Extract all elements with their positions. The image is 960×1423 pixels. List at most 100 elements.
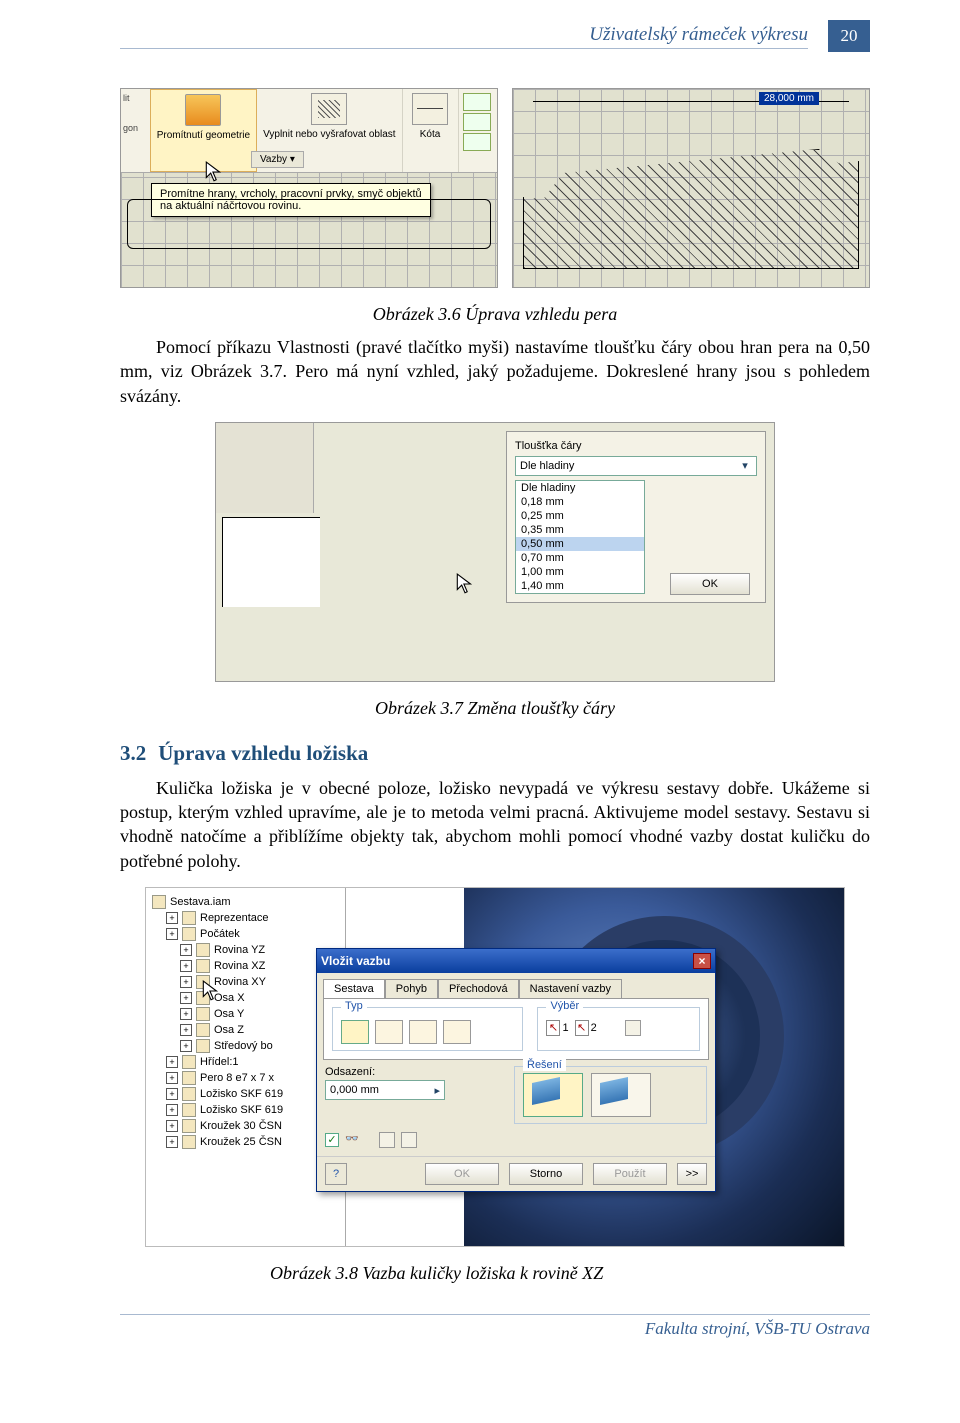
expand-icon[interactable]: +: [166, 1072, 178, 1084]
dimension-button[interactable]: Kóta: [403, 89, 459, 172]
tree-item[interactable]: +Kroužek 25 ČSN: [152, 1134, 339, 1150]
tree-item[interactable]: +Pero 8 e7 x 7 x: [152, 1070, 339, 1086]
tree-item[interactable]: +Osa Y: [152, 1006, 339, 1022]
polygon-button-fragment[interactable]: gon: [123, 123, 148, 133]
expand-button[interactable]: >>: [677, 1163, 707, 1185]
hatch-icon: [311, 93, 347, 125]
tree-item[interactable]: +Osa Z: [152, 1022, 339, 1038]
offset-label: Odsazení:: [325, 1066, 500, 1078]
cursor-icon: [456, 573, 474, 598]
node-icon: [182, 1087, 196, 1101]
chevron-right-icon[interactable]: ▸: [434, 1084, 440, 1097]
constraint-type-angle[interactable]: [375, 1020, 403, 1044]
tree-item[interactable]: +Hřídel:1: [152, 1054, 339, 1070]
paragraph-1: Pomocí příkazu Vlastnosti (pravé tlačítk…: [120, 335, 870, 408]
tree-item[interactable]: +Osa X: [152, 990, 339, 1006]
paragraph-2: Kulička ložiska je v obecné poloze, loži…: [120, 776, 870, 873]
node-icon: [182, 927, 196, 941]
thickness-option[interactable]: 0,35 mm: [516, 523, 644, 537]
option-toggle-1[interactable]: [379, 1132, 395, 1148]
expand-icon[interactable]: +: [166, 1120, 178, 1132]
constraints-dropdown[interactable]: Vazby ▾: [251, 151, 304, 168]
dialog-tab[interactable]: Sestava: [323, 979, 385, 998]
node-icon: [182, 1119, 196, 1133]
split-button-fragment[interactable]: lit: [123, 93, 148, 103]
doc-header-title: Uživatelský rámeček výkresu: [120, 24, 808, 49]
expand-icon[interactable]: +: [180, 944, 192, 956]
dialog-tab[interactable]: Pohyb: [385, 979, 438, 998]
tree-item[interactable]: +Ložisko SKF 619: [152, 1086, 339, 1102]
cancel-button[interactable]: Storno: [509, 1163, 583, 1185]
tree-item[interactable]: +Rovina XY: [152, 974, 339, 990]
node-icon: [182, 1103, 196, 1117]
solution-mate[interactable]: [523, 1073, 583, 1117]
thickness-option[interactable]: 1,00 mm: [516, 565, 644, 579]
thickness-combobox[interactable]: Dle hladiny ▾: [515, 456, 757, 476]
expand-icon[interactable]: +: [166, 1056, 178, 1068]
expand-icon[interactable]: +: [166, 928, 178, 940]
offset-input[interactable]: 0,000 mm▸: [325, 1080, 445, 1100]
node-icon: [196, 943, 210, 957]
chevron-down-icon: ▾: [738, 459, 752, 472]
tree-item[interactable]: +Počátek: [152, 926, 339, 942]
expand-icon[interactable]: +: [180, 992, 192, 1004]
thickness-option[interactable]: 0,50 mm: [516, 537, 644, 551]
pick-arrow-1-icon[interactable]: ↖: [546, 1020, 560, 1036]
thickness-option[interactable]: 1,40 mm: [516, 579, 644, 593]
thickness-current: Dle hladiny: [520, 460, 574, 472]
tree-item[interactable]: +Středový bo: [152, 1038, 339, 1054]
constraint-icons[interactable]: [459, 89, 497, 172]
thickness-label: Tloušťka čáry: [515, 440, 757, 452]
thickness-listbox[interactable]: Dle hladiny0,18 mm0,25 mm0,35 mm0,50 mm0…: [515, 480, 645, 594]
sketch-toolbar: lit gon Promítnutí geometrie Vyplnit neb…: [121, 89, 497, 173]
thickness-option[interactable]: 0,25 mm: [516, 509, 644, 523]
apply-button[interactable]: Použít: [593, 1163, 667, 1185]
expand-icon[interactable]: +: [166, 1136, 178, 1148]
expand-icon[interactable]: +: [180, 960, 192, 972]
tree-item[interactable]: +Reprezentace: [152, 910, 339, 926]
ok-button[interactable]: OK: [425, 1163, 499, 1185]
figure-3-7: Tloušťka čáry Dle hladiny ▾ Dle hladiny0…: [215, 422, 775, 682]
cursor-icon: [205, 161, 223, 183]
help-button[interactable]: ?: [325, 1163, 347, 1185]
ok-button[interactable]: OK: [670, 573, 750, 595]
expand-icon[interactable]: +: [180, 976, 192, 988]
expand-icon[interactable]: +: [166, 1088, 178, 1100]
constraint-type-insert[interactable]: [443, 1020, 471, 1044]
tree-item[interactable]: +Ložisko SKF 619: [152, 1102, 339, 1118]
pick-arrow-2-icon[interactable]: ↖: [575, 1020, 589, 1036]
preview-checkbox[interactable]: ✓: [325, 1133, 339, 1147]
dimension-value[interactable]: 28,000 mm: [759, 92, 819, 105]
expand-icon[interactable]: +: [166, 1104, 178, 1116]
figure-3-6-caption: Obrázek 3.6 Úprava vzhledu pera: [120, 304, 870, 325]
node-icon: [182, 1135, 196, 1149]
pick-option-toggle[interactable]: [625, 1020, 641, 1036]
node-icon: [182, 911, 196, 925]
page-footer: Fakulta strojní, VŠB-TU Ostrava: [120, 1314, 870, 1339]
figure-3-6-right: 28,000 mm: [512, 88, 870, 288]
assembly-icon: [152, 895, 166, 909]
thickness-option[interactable]: 0,18 mm: [516, 495, 644, 509]
tree-root[interactable]: Sestava.iam: [170, 896, 231, 908]
expand-icon[interactable]: +: [166, 912, 178, 924]
dialog-tab[interactable]: Přechodová: [438, 979, 519, 998]
constraint-type-mate[interactable]: [341, 1020, 369, 1044]
expand-icon[interactable]: +: [180, 1008, 192, 1020]
figure-3-7-caption: Obrázek 3.7 Změna tloušťky čáry: [120, 698, 870, 719]
expand-icon[interactable]: +: [180, 1040, 192, 1052]
option-toggle-2[interactable]: [401, 1132, 417, 1148]
solution-flush[interactable]: [591, 1073, 651, 1117]
tree-item[interactable]: +Kroužek 30 ČSN: [152, 1118, 339, 1134]
node-icon: [196, 1039, 210, 1053]
dialog-tab[interactable]: Nastavení vazby: [519, 979, 622, 998]
node-icon: [196, 1023, 210, 1037]
page-number: 20: [828, 20, 870, 52]
constraint-type-tangent[interactable]: [409, 1020, 437, 1044]
thickness-option[interactable]: Dle hladiny: [516, 481, 644, 495]
expand-icon[interactable]: +: [180, 1024, 192, 1036]
tree-item[interactable]: +Rovina XZ: [152, 958, 339, 974]
tree-item[interactable]: +Rovina YZ: [152, 942, 339, 958]
close-icon[interactable]: ×: [693, 953, 711, 969]
project-geometry-button[interactable]: Promítnutí geometrie: [150, 89, 257, 172]
thickness-option[interactable]: 0,70 mm: [516, 551, 644, 565]
